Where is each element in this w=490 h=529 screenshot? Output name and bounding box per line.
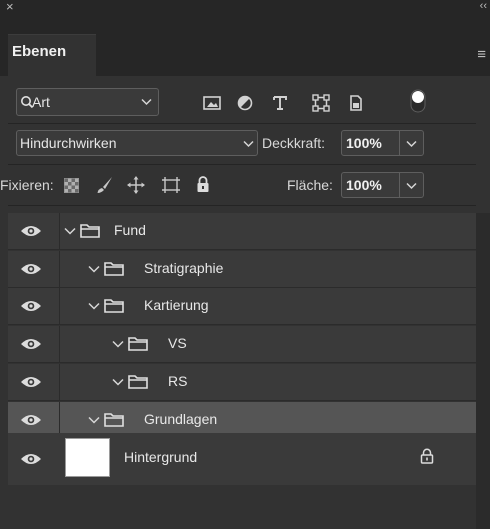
layer-row[interactable]: RS <box>8 363 476 401</box>
chevron-down-icon[interactable] <box>406 140 417 148</box>
folder-icon <box>128 337 148 351</box>
layer-name: Stratigraphie <box>144 259 224 276</box>
divider <box>59 326 60 363</box>
layer-name: Kartierung <box>144 297 209 314</box>
layer-name: Hintergrund <box>124 449 198 465</box>
tab-label: Ebenen <box>12 43 67 60</box>
layer-name: Grundlagen <box>144 410 218 427</box>
filter-kind-label: Art <box>32 94 50 110</box>
layer-row[interactable]: Stratigraphie <box>8 250 476 288</box>
divider <box>8 164 476 165</box>
background-layer-row[interactable]: Hintergrund <box>8 433 476 485</box>
panel-menu-icon[interactable]: ≡ <box>477 46 486 63</box>
chevron-down-icon[interactable] <box>112 340 124 348</box>
lock-all-icon[interactable] <box>196 175 210 193</box>
image-filter-icon[interactable] <box>203 95 221 111</box>
lock-artboard-icon[interactable] <box>161 176 181 194</box>
chevron-down-icon[interactable] <box>88 265 100 273</box>
layer-row[interactable]: VS <box>8 326 476 364</box>
shape-filter-icon[interactable] <box>312 94 330 112</box>
blend-mode-value: Hindurchwirken <box>20 135 117 151</box>
lock-label: Fixieren: <box>0 177 54 193</box>
eye-icon[interactable] <box>20 374 42 390</box>
fill-value: 100% <box>346 177 382 193</box>
divider <box>8 205 476 206</box>
type-filter-icon[interactable] <box>272 94 288 111</box>
divider <box>399 173 400 197</box>
lock-image-pixels-icon[interactable] <box>96 176 114 194</box>
divider <box>59 213 60 249</box>
layer-name: VS <box>168 335 187 352</box>
layer-thumbnail <box>65 438 110 477</box>
lock-transparent-pixels-icon[interactable] <box>64 178 79 193</box>
divider <box>59 288 60 325</box>
collapse-panel-icon[interactable]: ‹‹ <box>480 0 487 14</box>
folder-icon <box>80 224 100 238</box>
chevron-down-icon[interactable] <box>64 227 76 235</box>
eye-icon[interactable] <box>20 298 42 314</box>
divider <box>59 363 60 400</box>
layer-row[interactable]: Kartierung <box>8 288 476 326</box>
chevron-down-icon[interactable] <box>406 182 417 190</box>
opacity-value: 100% <box>346 135 382 151</box>
scrollbar-track[interactable] <box>476 213 490 529</box>
divider <box>399 131 400 155</box>
folder-icon <box>128 374 148 389</box>
filter-toggle-switch[interactable] <box>410 89 426 113</box>
lock-icon <box>420 448 434 464</box>
chevron-down-icon <box>141 98 152 106</box>
folder-icon <box>104 299 124 314</box>
eye-icon[interactable] <box>20 412 42 428</box>
panel-title-bar <box>0 0 490 14</box>
eye-icon[interactable] <box>20 336 42 352</box>
layer-row[interactable]: Fund <box>8 213 476 250</box>
close-icon[interactable]: × <box>6 0 14 14</box>
folder-icon <box>104 412 124 427</box>
divider <box>59 250 60 287</box>
smartobject-filter-icon[interactable] <box>349 94 363 112</box>
eye-icon[interactable] <box>20 261 42 277</box>
chevron-down-icon <box>243 140 254 148</box>
eye-icon[interactable] <box>20 451 42 467</box>
adjustment-filter-icon[interactable] <box>237 95 253 111</box>
lock-position-icon[interactable] <box>127 176 145 194</box>
layer-name: Fund <box>114 222 146 238</box>
chevron-down-icon[interactable] <box>88 416 100 424</box>
layer-name: RS <box>168 372 188 389</box>
fill-label: Fläche: <box>287 177 333 193</box>
chevron-down-icon[interactable] <box>112 378 124 386</box>
divider <box>8 123 476 124</box>
chevron-down-icon[interactable] <box>88 302 100 310</box>
opacity-label: Deckkraft: <box>262 135 326 151</box>
eye-icon[interactable] <box>20 223 42 239</box>
folder-icon <box>104 261 124 276</box>
layers-list: Fund Stratigraphie Kartierung VS RS Grundlage… <box>8 213 476 485</box>
